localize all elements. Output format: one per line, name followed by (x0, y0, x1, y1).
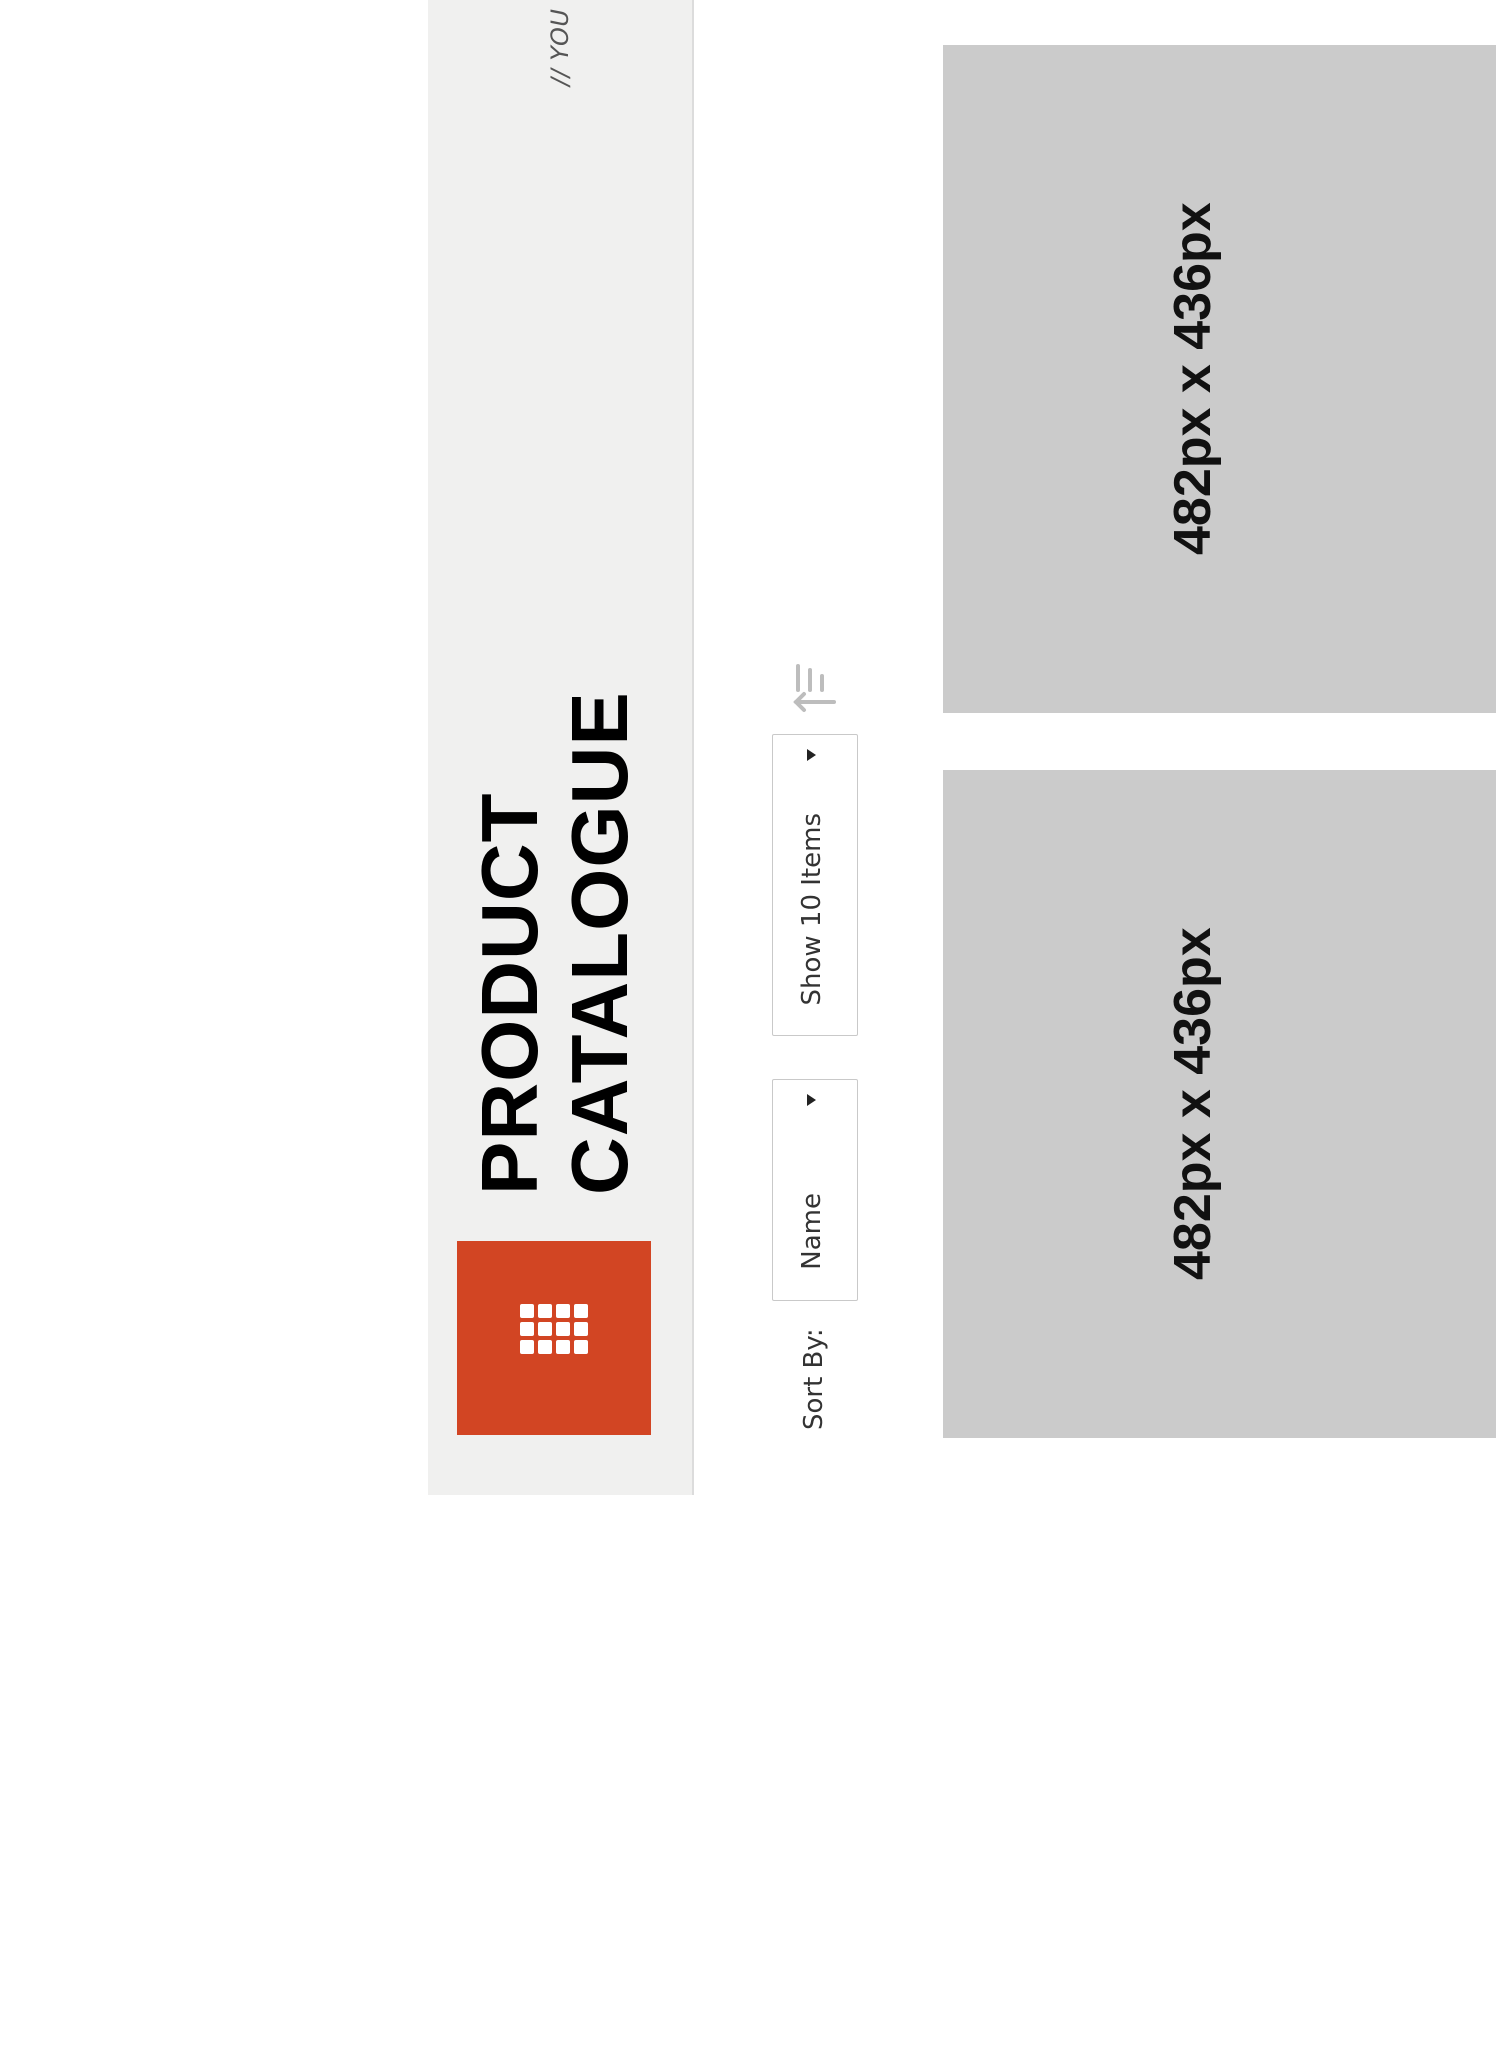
dropdown-arrow-icon (807, 1094, 816, 1106)
product-image-placeholder-label: 482px x 436px (1164, 202, 1222, 556)
page-title-line-2: CATALOGUE (555, 691, 644, 1195)
product-image-placeholder-label: 482px x 436px (1164, 927, 1222, 1281)
page-title-line-1: PRODUCT (465, 792, 554, 1195)
grid-icon (520, 1304, 588, 1372)
sort-order-icon[interactable] (790, 660, 840, 716)
page: // YOU PRODUCT CATALOGUE Sort By: Name S… (0, 0, 1496, 2048)
items-per-page-value: Show 10 Items (797, 812, 827, 1006)
dropdown-arrow-icon (807, 749, 816, 761)
tagline: // YOU (546, 8, 574, 87)
product-card[interactable]: 482px x 436px (943, 45, 1496, 713)
sort-by-value: Name (797, 1193, 827, 1270)
sort-by-select[interactable]: Name (772, 1079, 858, 1301)
items-per-page-select[interactable]: Show 10 Items (772, 734, 858, 1036)
product-card[interactable]: 482px x 436px (943, 770, 1496, 1438)
logo[interactable] (457, 1241, 651, 1435)
sort-by-label: Sort By: (799, 1328, 829, 1430)
